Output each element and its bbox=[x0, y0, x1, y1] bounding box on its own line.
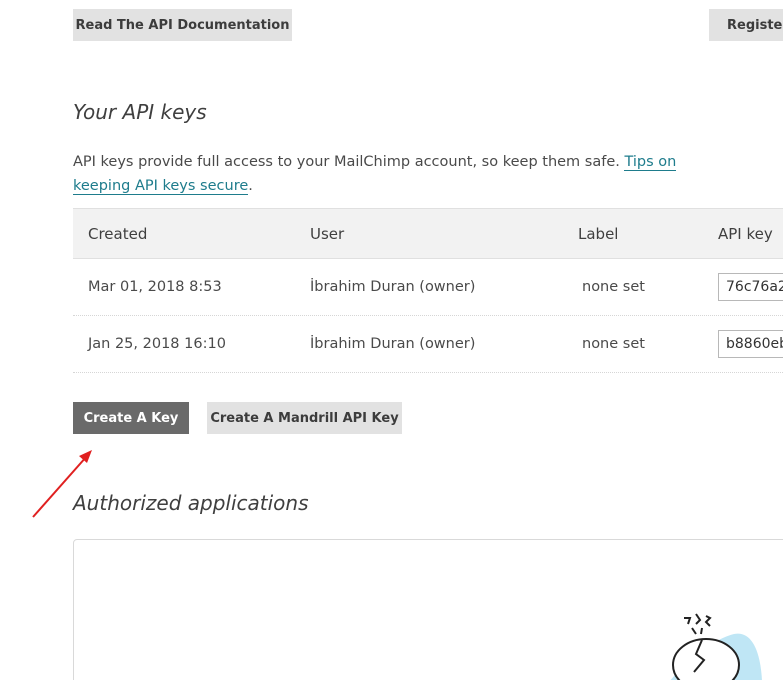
api-key-field[interactable] bbox=[718, 330, 783, 358]
api-keys-table: Created User Label API key Mar 01, 2018 … bbox=[73, 208, 783, 373]
table-row: Jan 25, 2018 16:10 İbrahim Duran (owner)… bbox=[73, 316, 783, 373]
description-end: . bbox=[248, 178, 253, 194]
column-user: User bbox=[310, 224, 345, 243]
row-user: İbrahim Duran (owner) bbox=[310, 336, 476, 352]
api-keys-page: Read The API Documentation Register A Yo… bbox=[0, 0, 783, 680]
column-label: Label bbox=[578, 224, 619, 243]
table-header: Created User Label API key bbox=[73, 208, 783, 259]
row-label: none set bbox=[582, 279, 645, 295]
table-row: Mar 01, 2018 8:53 İbrahim Duran (owner) … bbox=[73, 259, 783, 316]
authorized-apps-panel bbox=[73, 539, 783, 680]
column-api-key: API key bbox=[718, 224, 773, 243]
row-label: none set bbox=[582, 336, 645, 352]
register-app-button[interactable]: Register A bbox=[709, 9, 783, 41]
description-text: API keys provide full access to your Mai… bbox=[73, 154, 625, 170]
row-created: Jan 25, 2018 16:10 bbox=[88, 336, 226, 352]
row-created: Mar 01, 2018 8:53 bbox=[88, 279, 222, 295]
read-api-docs-button[interactable]: Read The API Documentation bbox=[73, 9, 292, 41]
authorized-apps-heading: Authorized applications bbox=[73, 491, 309, 515]
cracked-egg-illustration bbox=[670, 613, 762, 680]
api-keys-description: API keys provide full access to your Mai… bbox=[73, 150, 733, 198]
column-created: Created bbox=[88, 224, 148, 243]
create-mandrill-key-button[interactable]: Create A Mandrill API Key bbox=[207, 402, 402, 434]
row-user: İbrahim Duran (owner) bbox=[310, 279, 476, 295]
api-keys-heading: Your API keys bbox=[73, 100, 207, 124]
api-key-field[interactable] bbox=[718, 273, 783, 301]
create-key-button[interactable]: Create A Key bbox=[73, 402, 189, 434]
